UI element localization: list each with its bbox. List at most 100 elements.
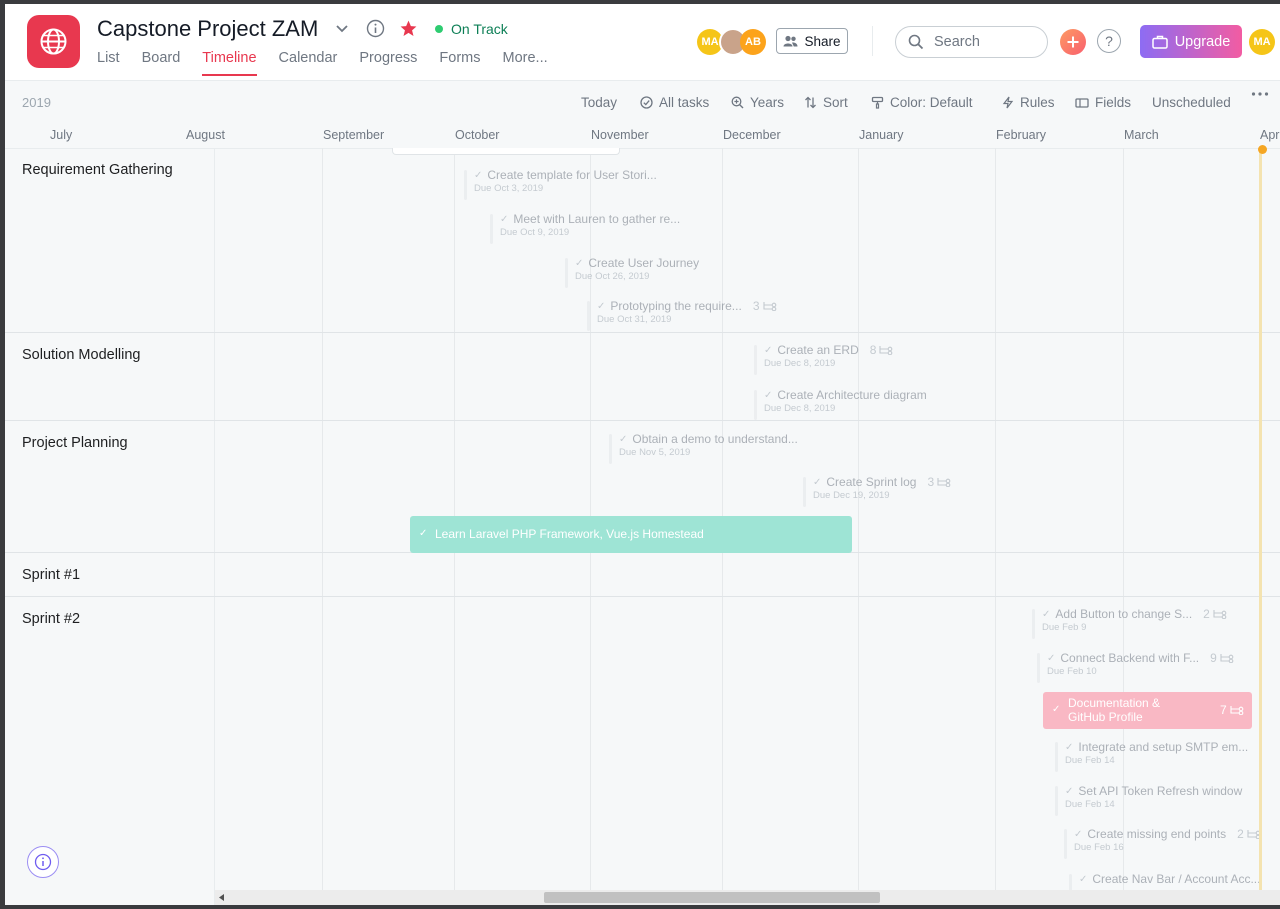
subtask-count: 2 <box>1237 827 1261 841</box>
share-button[interactable]: Share <box>776 28 848 54</box>
subtask-count: 7 <box>1220 703 1244 717</box>
year-label: 2019 <box>22 95 51 110</box>
color-label: Color: Default <box>890 95 973 110</box>
sort-button[interactable]: Sort <box>804 95 848 110</box>
check-icon: ✓ <box>1065 785 1074 797</box>
subtask-icon <box>1213 610 1227 619</box>
unscheduled-button[interactable]: Unscheduled <box>1152 95 1231 110</box>
subtask-icon <box>1230 706 1244 715</box>
briefcase-icon <box>1151 35 1168 49</box>
task-bar <box>1064 829 1067 859</box>
task-bar-laravel[interactable]: ✓ Learn Laravel PHP Framework, Vue.js Ho… <box>410 516 852 553</box>
check-icon: ✓ <box>500 213 509 225</box>
app-window: Capstone Project ZAM On Track List Board… <box>5 4 1280 905</box>
task-name: ✓ Create User Journey <box>575 256 700 270</box>
chevron-down-icon[interactable] <box>335 24 349 34</box>
tab-progress[interactable]: Progress <box>359 50 417 76</box>
task-bar <box>1055 742 1058 772</box>
sort-label: Sort <box>823 95 848 110</box>
quick-add-button[interactable] <box>1060 29 1086 55</box>
horizontal-scrollbar[interactable] <box>215 890 1280 905</box>
month-july: July <box>50 128 73 142</box>
tab-calendar[interactable]: Calendar <box>279 50 338 76</box>
tab-forms[interactable]: Forms <box>439 50 480 76</box>
plus-icon <box>1067 36 1079 48</box>
paint-icon <box>871 96 884 109</box>
color-button[interactable]: Color: Default <box>871 95 973 110</box>
task-name: ✓ Connect Backend with F... 9 <box>1047 651 1234 665</box>
month-march: March <box>1124 128 1159 142</box>
today-button[interactable]: Today <box>581 95 617 110</box>
task-due: Due Dec 19, 2019 <box>813 490 890 501</box>
zoom-label: Years <box>750 95 785 110</box>
project-icon[interactable] <box>27 15 80 68</box>
check-icon: ✓ <box>813 476 822 488</box>
star-icon[interactable] <box>399 19 418 38</box>
tab-list[interactable]: List <box>97 50 120 76</box>
project-header: Capstone Project ZAM On Track List Board… <box>5 4 1280 81</box>
subtask-count: 2 <box>1203 607 1227 621</box>
all-tasks-button[interactable]: All tasks <box>640 95 709 110</box>
today-marker-line <box>1259 148 1262 905</box>
check-icon: ✓ <box>474 169 483 181</box>
all-tasks-label: All tasks <box>659 95 710 110</box>
subtask-count: 9 <box>1210 651 1234 665</box>
scroll-left-icon[interactable] <box>219 894 225 901</box>
search-box[interactable] <box>895 26 1048 58</box>
task-name: ✓ Create Sprint log 3 <box>813 475 951 489</box>
subtask-icon <box>1220 654 1234 663</box>
tab-board[interactable]: Board <box>142 50 181 76</box>
month-gridline <box>995 148 996 905</box>
section-sprint-2[interactable]: Sprint #2 <box>22 611 80 627</box>
fields-icon <box>1075 97 1089 108</box>
project-title[interactable]: Capstone Project ZAM <box>97 16 318 42</box>
project-status[interactable]: On Track <box>435 21 508 37</box>
share-label: Share <box>804 33 841 49</box>
task-due: Due Oct 9, 2019 <box>500 227 570 238</box>
people-icon <box>783 35 798 47</box>
task-due: Due Feb 9 <box>1042 622 1087 633</box>
subtask-icon <box>879 346 893 355</box>
task-bar-documentation[interactable]: ✓ Documentation & GitHub Profile 7 <box>1043 692 1252 729</box>
check-icon: ✓ <box>419 528 428 539</box>
upgrade-button[interactable]: Upgrade <box>1140 25 1242 58</box>
search-icon <box>908 34 924 50</box>
task-due: Due Feb 14 <box>1065 799 1115 810</box>
avatar-ab[interactable]: AB <box>740 29 766 55</box>
info-icon[interactable] <box>366 19 385 38</box>
month-december: December <box>723 128 781 142</box>
task-bar <box>1032 609 1035 639</box>
more-options-button[interactable] <box>1251 91 1269 97</box>
tab-more[interactable]: More... <box>503 50 548 76</box>
check-icon: ✓ <box>597 300 606 312</box>
section-sprint-1[interactable]: Sprint #1 <box>22 567 80 583</box>
info-help-button[interactable] <box>27 846 59 878</box>
upgrade-label: Upgrade <box>1174 33 1231 50</box>
task-due: Due Oct 3, 2019 <box>474 183 544 194</box>
search-input[interactable] <box>932 33 1046 51</box>
scrollbar-thumb[interactable] <box>544 892 880 903</box>
tab-timeline[interactable]: Timeline <box>202 50 257 76</box>
month-september: September <box>323 128 385 142</box>
user-avatar[interactable]: MA <box>1249 29 1275 55</box>
task-bar <box>490 214 493 244</box>
lightning-icon <box>1002 96 1014 109</box>
section-project-planning[interactable]: Project Planning <box>22 435 128 451</box>
fields-button[interactable]: Fields <box>1075 95 1131 110</box>
rules-button[interactable]: Rules <box>1002 95 1055 110</box>
section-solution-modelling[interactable]: Solution Modelling <box>22 347 141 363</box>
rules-label: Rules <box>1020 95 1055 110</box>
status-text: On Track <box>451 21 508 37</box>
globe-icon <box>40 28 67 55</box>
zoom-years-button[interactable]: Years <box>731 95 784 110</box>
task-name: ✓ Create Architecture diagram <box>764 388 927 402</box>
task-name: ✓ Create missing end points 2 <box>1074 827 1261 841</box>
month-october: October <box>455 128 500 142</box>
section-requirement-gathering[interactable]: Requirement Gathering <box>22 162 173 178</box>
task-name: ✓ Prototyping the require... 3 <box>597 299 777 313</box>
task-card-partial[interactable] <box>392 148 620 155</box>
help-button[interactable]: ? <box>1097 29 1121 53</box>
header-divider <box>872 26 873 56</box>
section-divider <box>5 596 1280 597</box>
task-name: ✓ Integrate and setup SMTP em... <box>1065 740 1249 754</box>
